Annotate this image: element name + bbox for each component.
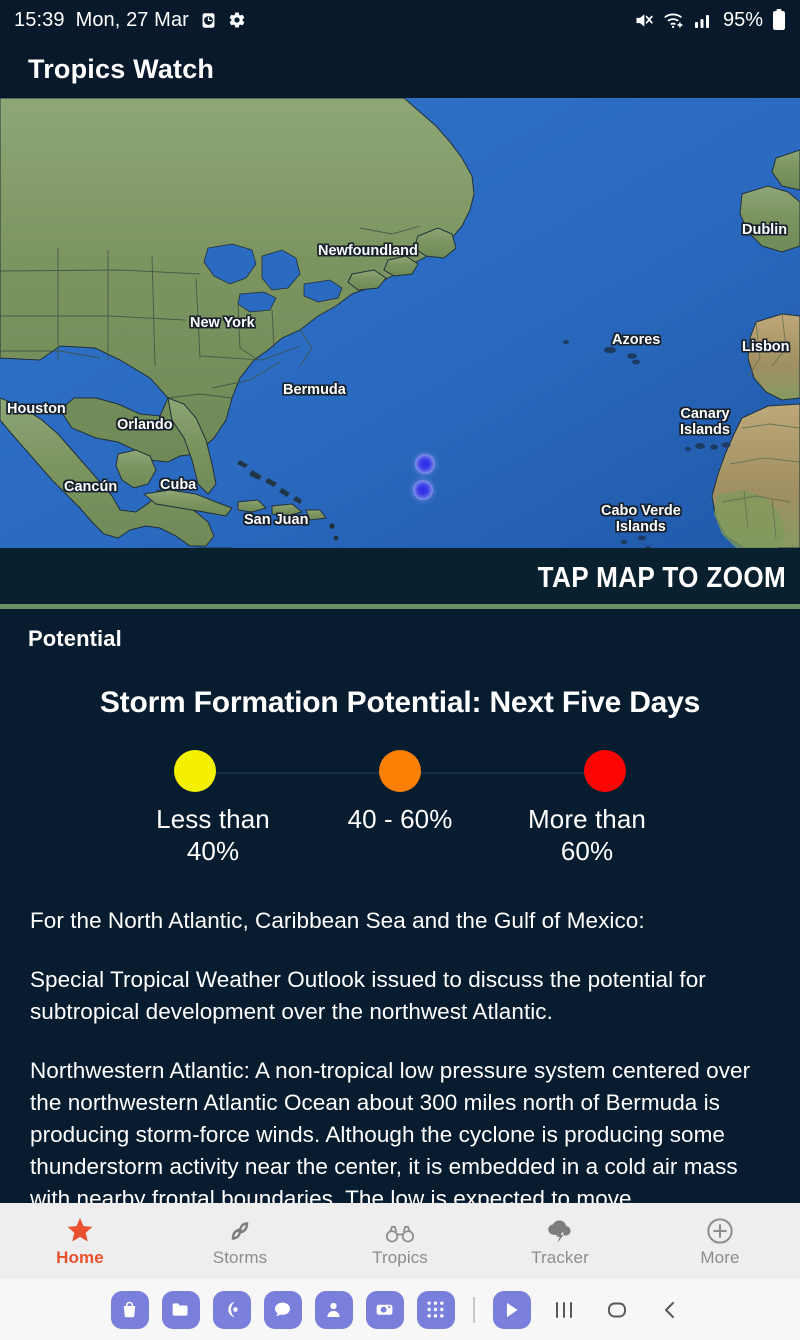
outlook-paragraph: For the North Atlantic, Caribbean Sea an… xyxy=(30,908,645,934)
nav-label-tracker: Tracker xyxy=(531,1247,589,1267)
hurricane-icon xyxy=(226,1215,254,1245)
wifi-icon xyxy=(663,10,685,30)
legend-yellow-dot xyxy=(174,750,216,792)
alarm-clock-icon xyxy=(200,12,217,29)
binoculars-icon xyxy=(385,1215,415,1245)
back-icon[interactable] xyxy=(650,1290,690,1330)
nav-label-storms: Storms xyxy=(212,1247,268,1267)
status-time: 15:39 xyxy=(14,8,65,31)
potential-legend xyxy=(120,750,680,794)
nav-item-tracker[interactable]: Tracker xyxy=(480,1215,640,1268)
home-icon[interactable] xyxy=(597,1290,637,1330)
battery-percent: 95% xyxy=(722,8,763,31)
nav-label-more: More xyxy=(700,1247,740,1267)
storm-potential-card: Storm Formation Potential: Next Five Day… xyxy=(0,652,800,867)
message-icon[interactable] xyxy=(263,1290,302,1329)
tap-map-to-zoom-banner[interactable]: TAP MAP TO ZOOM xyxy=(0,548,800,608)
bottom-navigation: Home Storms Tropics Tracker More xyxy=(0,1203,800,1279)
camera-icon[interactable] xyxy=(365,1290,404,1329)
potential-heading: Storm Formation Potential: Next Five Day… xyxy=(99,686,701,719)
contacts-icon[interactable] xyxy=(314,1290,353,1329)
battery-icon xyxy=(772,9,786,31)
nav-label-tropics: Tropics xyxy=(372,1247,428,1267)
legend-red-label: More than 60% xyxy=(528,804,646,866)
gear-icon xyxy=(228,11,246,29)
legend-red-dot xyxy=(584,750,626,792)
legend-orange-dot xyxy=(379,750,421,792)
nav-label-home: Home xyxy=(56,1247,104,1267)
outlook-paragraph: Northwestern Atlantic: A non-tropical lo… xyxy=(30,1058,751,1203)
folder-icon[interactable] xyxy=(161,1290,200,1329)
legend-orange-label: 40 - 60% xyxy=(347,804,453,834)
tap-map-hint-label: TAP MAP TO ZOOM xyxy=(537,561,786,594)
page-title: Tropics Watch xyxy=(28,53,215,84)
play-store-icon[interactable] xyxy=(492,1290,531,1329)
storm-marker-2[interactable] xyxy=(413,480,433,500)
recents-icon[interactable] xyxy=(544,1290,584,1330)
status-bar-left: 15:39 Mon, 27 Mar xyxy=(14,9,246,32)
android-system-dock xyxy=(0,1279,800,1340)
storm-marker-1[interactable] xyxy=(415,454,435,474)
nav-item-home[interactable]: Home xyxy=(0,1215,160,1268)
outlook-paragraph: Special Tropical Weather Outlook issued … xyxy=(30,967,706,1025)
nav-item-tropics[interactable]: Tropics xyxy=(320,1215,480,1268)
cellular-signal-icon xyxy=(694,11,714,29)
legend-yellow-label: Less than 40% xyxy=(156,804,270,866)
dock-divider xyxy=(472,1296,475,1323)
content-scroll-area[interactable]: Potential Storm Formation Potential: Nex… xyxy=(0,609,800,1203)
map-graphic xyxy=(0,98,800,548)
section-title: Potential xyxy=(28,626,122,651)
atlantic-basin-map[interactable]: Newfoundland New York Bermuda Houston Orland… xyxy=(0,98,800,548)
status-bar-right: 95% xyxy=(633,9,786,32)
plus-circle-icon xyxy=(706,1215,734,1245)
app-screen: 15:39 Mon, 27 Mar 95% Tropics Watch Newf… xyxy=(0,0,800,1340)
star-icon xyxy=(65,1215,95,1245)
app-header: Tropics Watch xyxy=(0,40,800,98)
outlook-text: For the North Atlantic, Caribbean Sea an… xyxy=(0,905,800,1203)
nav-item-more[interactable]: More xyxy=(640,1215,800,1268)
mute-icon xyxy=(633,10,654,31)
shopping-bag-icon[interactable] xyxy=(110,1290,149,1329)
status-bar: 15:39 Mon, 27 Mar 95% xyxy=(0,0,800,40)
phone-icon[interactable] xyxy=(212,1290,251,1329)
storm-cloud-icon xyxy=(544,1215,576,1245)
app-grid-icon[interactable] xyxy=(416,1290,455,1329)
nav-item-storms[interactable]: Storms xyxy=(160,1215,320,1268)
status-date: Mon, 27 Mar xyxy=(75,8,189,31)
